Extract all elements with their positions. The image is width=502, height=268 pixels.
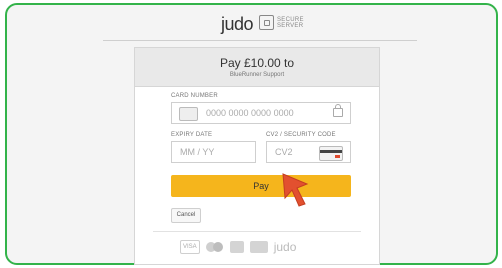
cv2-label: CV2 / SECURITY CODE: [266, 132, 336, 138]
footer-divider: [153, 231, 361, 232]
cv2-placeholder: CV2: [275, 147, 293, 157]
secure-line1: SECURE: [277, 16, 304, 23]
verified-logo-icon: [249, 241, 268, 253]
screenshot-frame: judo SECURE SERVER Pay £10.00 to BlueRun…: [5, 3, 498, 265]
payment-title: Pay £10.00 to: [219, 56, 295, 70]
visa-logo: VISA: [180, 240, 200, 254]
cv2-field[interactable]: CV2: [266, 141, 351, 163]
pay-button[interactable]: Pay: [171, 175, 351, 197]
expiry-placeholder: MM / YY: [180, 147, 215, 157]
card-brand-logo-icon: [229, 241, 244, 253]
lock-icon: [333, 104, 343, 117]
card-number-label: CARD NUMBER: [171, 93, 218, 99]
pointer-cursor-icon: [282, 173, 309, 207]
top-bar: judo SECURE SERVER: [7, 5, 496, 43]
payment-header: Pay £10.00 to BlueRunner Support: [135, 48, 379, 87]
judo-logo-text: judo: [221, 14, 254, 34]
expiry-field[interactable]: MM / YY: [171, 141, 256, 163]
credit-card-icon: [179, 107, 198, 121]
cv2-card-icon: [319, 146, 343, 161]
judo-footer-logo: judo: [273, 240, 297, 254]
payment-card: Pay £10.00 to BlueRunner Support CARD NU…: [134, 47, 380, 265]
secure-line2: SERVER: [277, 22, 304, 29]
cancel-button[interactable]: Cancel: [171, 208, 201, 223]
judo-logo: judo: [221, 14, 254, 35]
secure-server-badge: SECURE SERVER: [259, 15, 304, 30]
padlock-icon: [259, 15, 274, 30]
mastercard-logo-icon: [205, 241, 224, 253]
payment-logos: VISA judo: [180, 240, 296, 254]
expiry-label: EXPIRY DATE: [171, 132, 213, 138]
header-divider: [103, 40, 417, 41]
merchant-name: BlueRunner Support: [229, 72, 285, 78]
card-number-field[interactable]: 0000 0000 0000 0000: [171, 102, 351, 124]
card-number-placeholder: 0000 0000 0000 0000: [206, 108, 294, 118]
